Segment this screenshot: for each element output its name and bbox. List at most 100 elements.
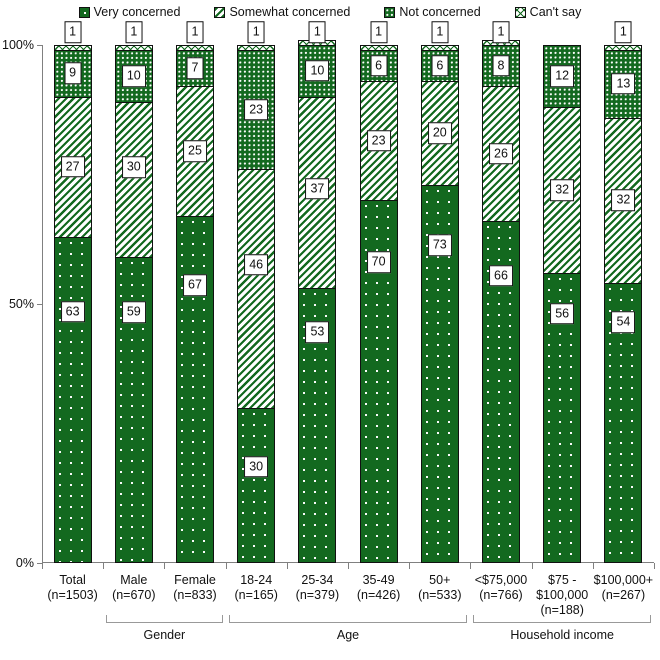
bar-segment	[237, 407, 276, 563]
legend-item-label: Somewhat concerned	[229, 4, 351, 19]
data-label: 9	[64, 62, 82, 85]
legend-item-label: Not concerned	[399, 4, 481, 19]
category-label: <$75,000 (n=766)	[470, 573, 531, 603]
data-label: 1	[247, 21, 265, 43]
data-label: 25	[183, 140, 207, 162]
leader-line	[79, 45, 81, 46]
data-label: 13	[611, 73, 636, 95]
x-axis-tick	[654, 563, 655, 569]
data-label: 1	[186, 21, 204, 43]
category-sample-size: (n=165)	[234, 588, 278, 602]
y-axis-tick	[37, 304, 42, 305]
group-bracket	[473, 615, 651, 623]
leader-line	[446, 45, 448, 46]
data-label: 12	[550, 65, 575, 87]
category-label: 35-49 (n=426)	[348, 573, 409, 603]
group-label: Age	[336, 628, 360, 642]
leader-line	[630, 45, 632, 46]
bar-segment	[420, 45, 459, 51]
legend-item: Not concerned	[384, 4, 481, 19]
y-axis-tick-label: 0%	[15, 556, 34, 570]
data-label: 1	[308, 21, 326, 43]
data-label: 23	[366, 130, 391, 152]
legend-swatch-icon	[214, 6, 226, 18]
group-bracket	[106, 615, 223, 623]
group-label: Household income	[510, 628, 614, 642]
category-label: 50+ (n=533)	[409, 573, 470, 603]
category-label: Total (n=1503)	[42, 573, 103, 603]
bar-segment	[53, 45, 92, 51]
category-label: $75 - $100,000 (n=188)	[532, 573, 593, 618]
data-label: 32	[611, 189, 636, 212]
bar-segment	[604, 45, 643, 51]
category-label-line: 18-24	[240, 573, 273, 587]
legend-item-label: Very concerned	[93, 4, 181, 19]
category-label: 25-34 (n=379)	[287, 573, 348, 603]
category-label-line: Male	[120, 573, 148, 587]
category-label-line: 25-34	[301, 573, 334, 587]
plot-area: 0% 50% 100% 63 27 9 1 59 30 10 1 67 25 7 1 30 46 23 1 53 37…	[2, 21, 654, 570]
category-label-line: Total	[59, 573, 86, 587]
data-label: 6	[431, 54, 449, 77]
leader-line	[65, 45, 67, 46]
category-label-line: Female	[174, 573, 216, 587]
bar-stack: 73 20 6 1	[420, 21, 459, 563]
bar-segment	[176, 215, 214, 563]
bar-stack: 63 27 9 1	[53, 21, 92, 563]
bar-stack: 67 25 7 1	[176, 21, 214, 563]
data-label: 1	[614, 21, 632, 43]
y-axis-line	[42, 45, 43, 563]
bar-stack: 66 26 8 1	[482, 21, 520, 563]
data-label: 59	[121, 301, 146, 324]
data-label: 1	[125, 21, 143, 43]
category-label-line: $100,000	[536, 588, 589, 602]
category-sample-size: (n=533)	[418, 588, 462, 602]
category-label: 18-24 (n=165)	[226, 573, 287, 603]
category-label-line: <$75,000	[474, 573, 528, 587]
data-label: 20	[427, 122, 452, 144]
legend-item: Somewhat concerned	[214, 6, 350, 19]
legend-swatch-icon	[384, 6, 396, 18]
bar-segment	[114, 101, 153, 258]
leader-line	[202, 45, 203, 46]
data-label: 10	[121, 65, 146, 87]
leader-line	[616, 45, 618, 46]
leader-line	[432, 45, 434, 46]
data-label: 27	[60, 155, 85, 178]
bar-segment	[53, 236, 92, 563]
group-label: Gender	[143, 628, 186, 642]
leader-line	[188, 45, 189, 46]
chart-legend: Very concerned Somewhat concerned Not conc…	[0, 2, 660, 22]
legend-item: Can't say	[514, 6, 581, 19]
leader-line	[249, 45, 251, 46]
category-label: Female (n=833)	[164, 573, 225, 603]
data-label: 1	[492, 21, 510, 43]
data-label: 8	[492, 54, 510, 77]
data-label: 1	[370, 21, 388, 43]
group-bracket	[228, 615, 468, 623]
category-label-line: $75 -	[547, 573, 577, 587]
bar-stack: 54 32 13 1	[604, 21, 643, 563]
leader-line	[140, 45, 142, 46]
data-label: 23	[244, 99, 269, 121]
category-label: Male (n=670)	[103, 573, 164, 603]
bar-segment	[359, 45, 398, 51]
data-label: 53	[305, 321, 330, 344]
data-label: 26	[489, 143, 513, 165]
category-sample-size: (n=833)	[173, 588, 217, 602]
category-label-line: 35-49	[362, 573, 395, 587]
data-label: 63	[60, 300, 85, 323]
category-labels: Total (n=1503) Male (n=670) Female (n=833) 18-…	[42, 566, 654, 622]
data-label: 1	[431, 21, 449, 43]
category-label-line: $100,000+	[593, 573, 654, 587]
y-axis-tick-label: 100%	[2, 38, 34, 52]
data-label: 10	[305, 60, 330, 82]
data-label: 1	[64, 21, 82, 43]
data-label: 66	[489, 265, 513, 287]
bar-stack: 56 32 12	[543, 45, 582, 563]
data-label: 37	[305, 178, 330, 200]
leader-line	[371, 45, 373, 46]
data-label: 7	[186, 57, 204, 80]
data-label: 46	[244, 253, 269, 276]
bar-segment	[176, 45, 214, 51]
